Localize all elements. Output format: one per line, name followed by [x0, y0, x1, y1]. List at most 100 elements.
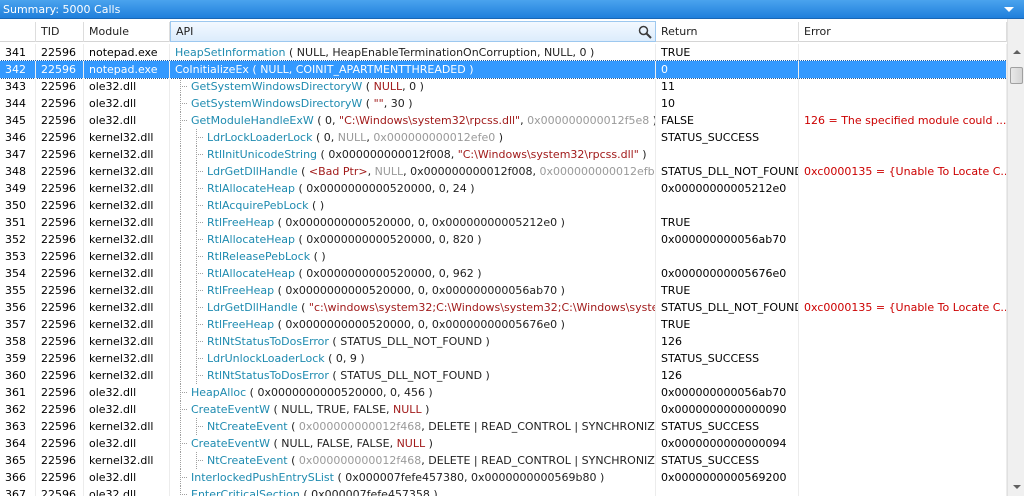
table-row[interactable]: 355 22596 kernel32.dll RtlFreeHeap ( 0x0000… [0, 282, 1007, 299]
row-tid: 22596 [36, 333, 84, 350]
table-row[interactable]: 358 22596 kernel32.dll RtlNtStatusToDosErro… [0, 333, 1007, 350]
table-row[interactable]: 360 22596 kernel32.dll RtlNtStatusToDosErro… [0, 367, 1007, 384]
row-return-value: 11 [656, 78, 799, 95]
row-return-value: 0x000000000056ab70 [656, 384, 799, 401]
api-call-text: RtlAllocateHeap ( 0x0000000000520000, 0,… [207, 265, 482, 282]
tree-branch-line [196, 137, 203, 138]
row-return-value: STATUS_SUCCESS [656, 129, 799, 146]
row-api-call: NtCreateEvent ( 0x000000000012f468, DELE… [170, 452, 656, 469]
tree-branch-line [196, 307, 203, 308]
row-error [799, 44, 1007, 61]
table-row[interactable]: 366 22596 ole32.dll InterlockedPushEntrySLi… [0, 469, 1007, 486]
row-return-value: 0 [656, 61, 799, 78]
table-row[interactable]: 352 22596 kernel32.dll RtlAllocateHeap ( 0x… [0, 231, 1007, 248]
tree-branch-line [196, 426, 203, 427]
tree-branch-line [196, 358, 203, 359]
row-return-value: STATUS_DLL_NOT_FOUND [656, 163, 799, 180]
row-module: kernel32.dll [84, 350, 170, 367]
row-tid: 22596 [36, 61, 84, 78]
magnifier-icon[interactable] [638, 25, 652, 39]
row-return-value: STATUS_SUCCESS [656, 350, 799, 367]
api-argument: ( [297, 301, 309, 314]
api-argument: 0x000000000012efb8 [539, 165, 656, 178]
row-tid: 22596 [36, 163, 84, 180]
table-row[interactable]: 367 22596 ole32.dll EnterCriticalSection ( … [0, 486, 1007, 496]
column-header-api-label: API [176, 25, 194, 38]
row-return-value: 126 [656, 367, 799, 384]
column-header-tid[interactable]: TID [36, 22, 84, 42]
api-function-name: HeapSetInformation [175, 46, 286, 59]
tree-branch-line [196, 256, 203, 257]
row-api-call: CreateEventW ( NULL, TRUE, FALSE, NULL ) [170, 401, 656, 418]
api-argument: ) [638, 148, 647, 161]
row-error [799, 180, 1007, 197]
table-row[interactable]: 363 22596 kernel32.dll NtCreateEvent ( 0x00… [0, 418, 1007, 435]
api-function-name: RtlFreeHeap [207, 216, 275, 229]
row-error [799, 78, 1007, 95]
table-row[interactable]: 341 22596 notepad.exe HeapSetInformation ( … [0, 44, 1007, 61]
table-row[interactable]: 349 22596 kernel32.dll RtlAllocateHeap ( 0x… [0, 180, 1007, 197]
tree-guide-line [180, 316, 181, 333]
tree-branch-line [180, 392, 187, 393]
table-row[interactable]: 357 22596 kernel32.dll RtlFreeHeap ( 0x0000… [0, 316, 1007, 333]
row-tid: 22596 [36, 95, 84, 112]
scroll-down-button[interactable] [1008, 479, 1024, 496]
table-row[interactable]: 351 22596 kernel32.dll RtlFreeHeap ( 0x0000… [0, 214, 1007, 231]
column-header-index[interactable] [0, 22, 36, 42]
table-row[interactable]: 364 22596 ole32.dll CreateEventW ( NULL, FA… [0, 435, 1007, 452]
chevron-down-icon[interactable] [1004, 7, 1014, 12]
table-row[interactable]: 347 22596 kernel32.dll RtlInitUnicodeString… [0, 146, 1007, 163]
table-row[interactable]: 344 22596 ole32.dll GetSystemWindowsDirecto… [0, 95, 1007, 112]
tree-branch-line [196, 171, 203, 172]
api-function-name: CreateEventW [191, 403, 270, 416]
vertical-scrollbar[interactable] [1007, 19, 1024, 496]
row-index: 352 [0, 231, 36, 248]
table-row[interactable]: 362 22596 ole32.dll CreateEventW ( NULL, TR… [0, 401, 1007, 418]
column-header-error[interactable]: Error [799, 22, 1007, 42]
api-call-text: GetModuleHandleExW ( 0, "C:\Windows\syst… [191, 112, 655, 129]
table-row[interactable]: 365 22596 kernel32.dll NtCreateEvent ( 0x00… [0, 452, 1007, 469]
column-header-module[interactable]: Module [84, 22, 170, 42]
table-row[interactable]: 361 22596 ole32.dll HeapAlloc ( 0x000000000… [0, 384, 1007, 401]
api-argument: "C:\Windows\system32\rpcss.dll" [339, 114, 521, 127]
tree-branch-line [180, 477, 187, 478]
row-module: ole32.dll [84, 401, 170, 418]
api-call-text: CreateEventW ( NULL, FALSE, FALSE, NULL … [191, 435, 433, 452]
table-row[interactable]: 345 22596 ole32.dll GetModuleHandleExW ( 0,… [0, 112, 1007, 129]
row-api-call: RtlAllocateHeap ( 0x0000000000520000, 0,… [170, 265, 656, 282]
table-row[interactable]: 350 22596 kernel32.dll RtlAcquirePebLock ( … [0, 197, 1007, 214]
column-header-api[interactable]: API [170, 21, 656, 42]
table-row[interactable]: 353 22596 kernel32.dll RtlReleasePebLock ( … [0, 248, 1007, 265]
scroll-up-button[interactable] [1008, 44, 1024, 61]
tree-branch-line [196, 205, 203, 206]
row-index: 348 [0, 163, 36, 180]
table-row[interactable]: 354 22596 kernel32.dll RtlAllocateHeap ( 0x… [0, 265, 1007, 282]
api-call-text: NtCreateEvent ( 0x000000000012f468, DELE… [207, 418, 655, 435]
row-tid: 22596 [36, 180, 84, 197]
tree-guide-line [180, 180, 181, 197]
table-row[interactable]: 359 22596 kernel32.dll LdrUnlockLoaderLock … [0, 350, 1007, 367]
table-row[interactable]: 342 22596 notepad.exe CoInitializeEx ( NULL… [0, 60, 1007, 79]
row-module: kernel32.dll [84, 248, 170, 265]
table-row[interactable]: 346 22596 kernel32.dll LdrLockLoaderLock ( … [0, 129, 1007, 146]
api-argument: 0x000000000012efe0 [373, 131, 496, 144]
row-module: kernel32.dll [84, 452, 170, 469]
row-module: kernel32.dll [84, 146, 170, 163]
api-argument: ( 0x0000000000520000, 0, 456 ) [246, 386, 433, 399]
row-module: kernel32.dll [84, 214, 170, 231]
column-header-return[interactable]: Return [656, 22, 799, 42]
api-call-text: RtlAllocateHeap ( 0x0000000000520000, 0,… [207, 180, 475, 197]
row-tid: 22596 [36, 282, 84, 299]
row-error [799, 129, 1007, 146]
row-api-call: RtlNtStatusToDosError ( STATUS_DLL_NOT_F… [170, 333, 656, 350]
api-argument: "C:\Windows\system32\rpcss.dll" [457, 148, 639, 161]
api-argument: ( 0, 9 ) [324, 352, 365, 365]
table-row[interactable]: 356 22596 kernel32.dll LdrGetDllHandle ( "c… [0, 299, 1007, 316]
row-tid: 22596 [36, 231, 84, 248]
scroll-thumb[interactable] [1010, 67, 1023, 84]
table-row[interactable]: 348 22596 kernel32.dll LdrGetDllHandle ( <B… [0, 163, 1007, 180]
table-row[interactable]: 343 22596 ole32.dll GetSystemWindowsDirecto… [0, 78, 1007, 95]
api-argument: NULL [374, 165, 404, 178]
row-tid: 22596 [36, 486, 84, 496]
row-return-value [656, 146, 799, 163]
